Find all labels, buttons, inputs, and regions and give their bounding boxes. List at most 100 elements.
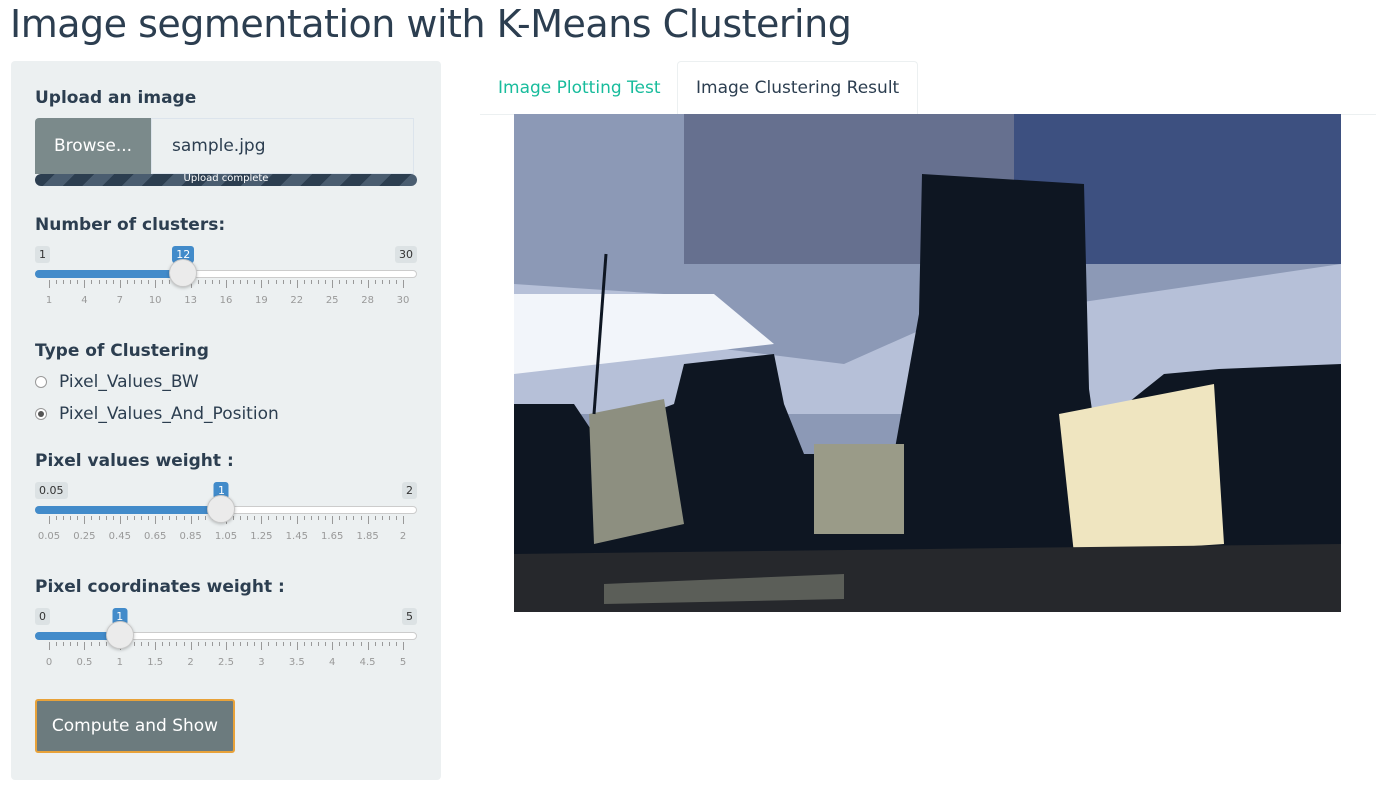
slider-tick-mark bbox=[84, 280, 86, 288]
slider-tick-label: 4 bbox=[81, 295, 88, 306]
slider-tick-mark bbox=[346, 280, 348, 284]
slider-tick-mark bbox=[332, 516, 334, 524]
slider-tick-mark bbox=[374, 516, 376, 520]
slider-tick-mark bbox=[346, 516, 348, 520]
slider-tick-mark bbox=[218, 280, 220, 284]
pixel-coords-slider-max: 5 bbox=[402, 608, 417, 625]
slider-handle[interactable] bbox=[207, 495, 236, 523]
tab-image-clustering-result[interactable]: Image Clustering Result bbox=[677, 61, 919, 115]
pixel-values-weight-slider[interactable]: 0.05 2 1 0.05 0.25 0.45 0.65 0.85 1.05 1.25 1.4… bbox=[35, 482, 417, 542]
slider-tick-label: 7 bbox=[116, 295, 123, 306]
slider-tick-mark bbox=[98, 280, 100, 284]
slider-tick-mark bbox=[318, 642, 320, 646]
slider-tick-mark bbox=[105, 280, 107, 284]
slider-tick-mark bbox=[56, 516, 58, 520]
slider-tick-label: 13 bbox=[184, 295, 197, 306]
radio-label: Pixel_Values_And_Position bbox=[59, 404, 279, 424]
slider-tick-mark bbox=[282, 642, 284, 646]
slider-tick-mark bbox=[169, 642, 171, 646]
slider-tick-mark bbox=[91, 642, 93, 646]
slider-handle[interactable] bbox=[169, 259, 198, 287]
slider-tick-mark bbox=[310, 280, 312, 284]
slider-tick-mark bbox=[141, 280, 143, 284]
radio-button[interactable] bbox=[35, 376, 47, 388]
slider-tick-mark bbox=[403, 642, 404, 650]
slider-tick-mark bbox=[56, 280, 58, 284]
slider-tick-label: 0.85 bbox=[179, 531, 202, 542]
slider-tick-mark bbox=[126, 516, 128, 520]
slider-tick-label: 2 bbox=[399, 531, 407, 542]
pixel-coordinates-weight-slider[interactable]: 0 5 1 0 0.5 1 1.5 2 2.5 3 3.5 4 4.5 5 bbox=[35, 608, 417, 668]
tab-image-plotting-test[interactable]: Image Plotting Test bbox=[480, 61, 679, 114]
radio-button-selected[interactable] bbox=[35, 408, 47, 420]
clusters-slider-min: 1 bbox=[35, 246, 50, 263]
slider-tick-mark bbox=[381, 642, 383, 646]
pixel-values-weight-label: Pixel values weight : bbox=[35, 451, 234, 471]
clusters-slider[interactable]: 1 30 12 1 4 7 10 13 16 19 22 25 28 30 bbox=[35, 246, 417, 306]
slider-tick-mark bbox=[133, 642, 135, 646]
slider-tick-mark bbox=[289, 280, 291, 284]
slider-tick-mark bbox=[63, 516, 65, 520]
slider-fill bbox=[35, 270, 184, 278]
slider-tick-mark bbox=[162, 516, 164, 520]
slider-tick-mark bbox=[119, 280, 121, 288]
slider-tick-mark bbox=[360, 642, 362, 646]
slider-tick-mark bbox=[169, 280, 171, 284]
slider-tick-mark bbox=[282, 516, 284, 520]
slider-tick-mark bbox=[133, 516, 135, 520]
slider-tick-mark bbox=[49, 516, 50, 524]
slider-tick-mark bbox=[162, 280, 164, 284]
slider-tick-mark bbox=[254, 516, 256, 520]
slider-tick-mark bbox=[204, 280, 206, 284]
slider-tick-mark bbox=[247, 642, 249, 646]
slider-tick-mark bbox=[275, 280, 277, 284]
slider-tick-label: 0.65 bbox=[144, 531, 167, 542]
slider-tick-label: 1.5 bbox=[147, 657, 164, 668]
slider-tick-mark bbox=[332, 642, 334, 650]
slider-tick-label: 3 bbox=[258, 657, 265, 668]
slider-tick-mark bbox=[381, 516, 383, 520]
slider-tick-mark bbox=[388, 516, 390, 520]
slider-handle[interactable] bbox=[105, 621, 134, 649]
slider-tick-mark bbox=[381, 280, 383, 284]
tab-bar: Image Plotting Test Image Clustering Res… bbox=[480, 61, 1376, 115]
slider-tick-mark bbox=[303, 516, 305, 520]
slider-tick-mark bbox=[240, 516, 242, 520]
slider-tick-mark bbox=[395, 642, 397, 646]
slider-tick-mark bbox=[346, 642, 348, 646]
slider-tick-mark bbox=[374, 642, 376, 646]
slider-tick-label: 0.05 bbox=[37, 531, 61, 542]
slider-tick-mark bbox=[367, 642, 369, 650]
slider-tick-label: 30 bbox=[396, 295, 410, 306]
slider-tick-mark bbox=[204, 642, 206, 646]
slider-tick-mark bbox=[84, 516, 86, 524]
slider-tick-mark bbox=[360, 280, 362, 284]
slider-tick-mark bbox=[190, 642, 192, 650]
slider-tick-mark bbox=[211, 280, 213, 284]
filename-field: sample.jpg bbox=[151, 118, 414, 174]
slider-tick-mark bbox=[176, 516, 178, 520]
slider-tick-label: 1.65 bbox=[321, 531, 344, 542]
slider-tick-mark bbox=[275, 642, 277, 646]
slider-tick-mark bbox=[148, 516, 150, 520]
slider-tick-label: 28 bbox=[361, 295, 374, 306]
browse-button[interactable]: Browse... bbox=[35, 118, 151, 174]
slider-tick-mark bbox=[374, 280, 376, 284]
slider-ticks bbox=[35, 642, 417, 652]
radio-pixel-values-bw[interactable]: Pixel_Values_BW bbox=[35, 372, 199, 392]
slider-tick-mark bbox=[197, 516, 199, 520]
slider-tick-mark bbox=[77, 280, 79, 284]
slider-tick-mark bbox=[77, 642, 79, 646]
slider-tick-mark bbox=[261, 642, 263, 650]
slider-tick-label: 0.5 bbox=[76, 657, 93, 668]
sidebar-panel: Upload an image Browse... sample.jpg Upl… bbox=[11, 61, 441, 780]
radio-pixel-values-and-position[interactable]: Pixel_Values_And_Position bbox=[35, 404, 279, 424]
slider-tick-mark bbox=[261, 280, 263, 288]
compute-and-show-button[interactable]: Compute and Show bbox=[35, 699, 235, 753]
slider-tick-mark bbox=[318, 280, 320, 284]
upload-progress-bar: Upload complete bbox=[35, 174, 417, 186]
slider-tick-mark bbox=[339, 642, 341, 646]
clusters-slider-max: 30 bbox=[395, 246, 417, 263]
slider-tick-mark bbox=[112, 516, 114, 520]
slider-tick-mark bbox=[325, 280, 327, 284]
